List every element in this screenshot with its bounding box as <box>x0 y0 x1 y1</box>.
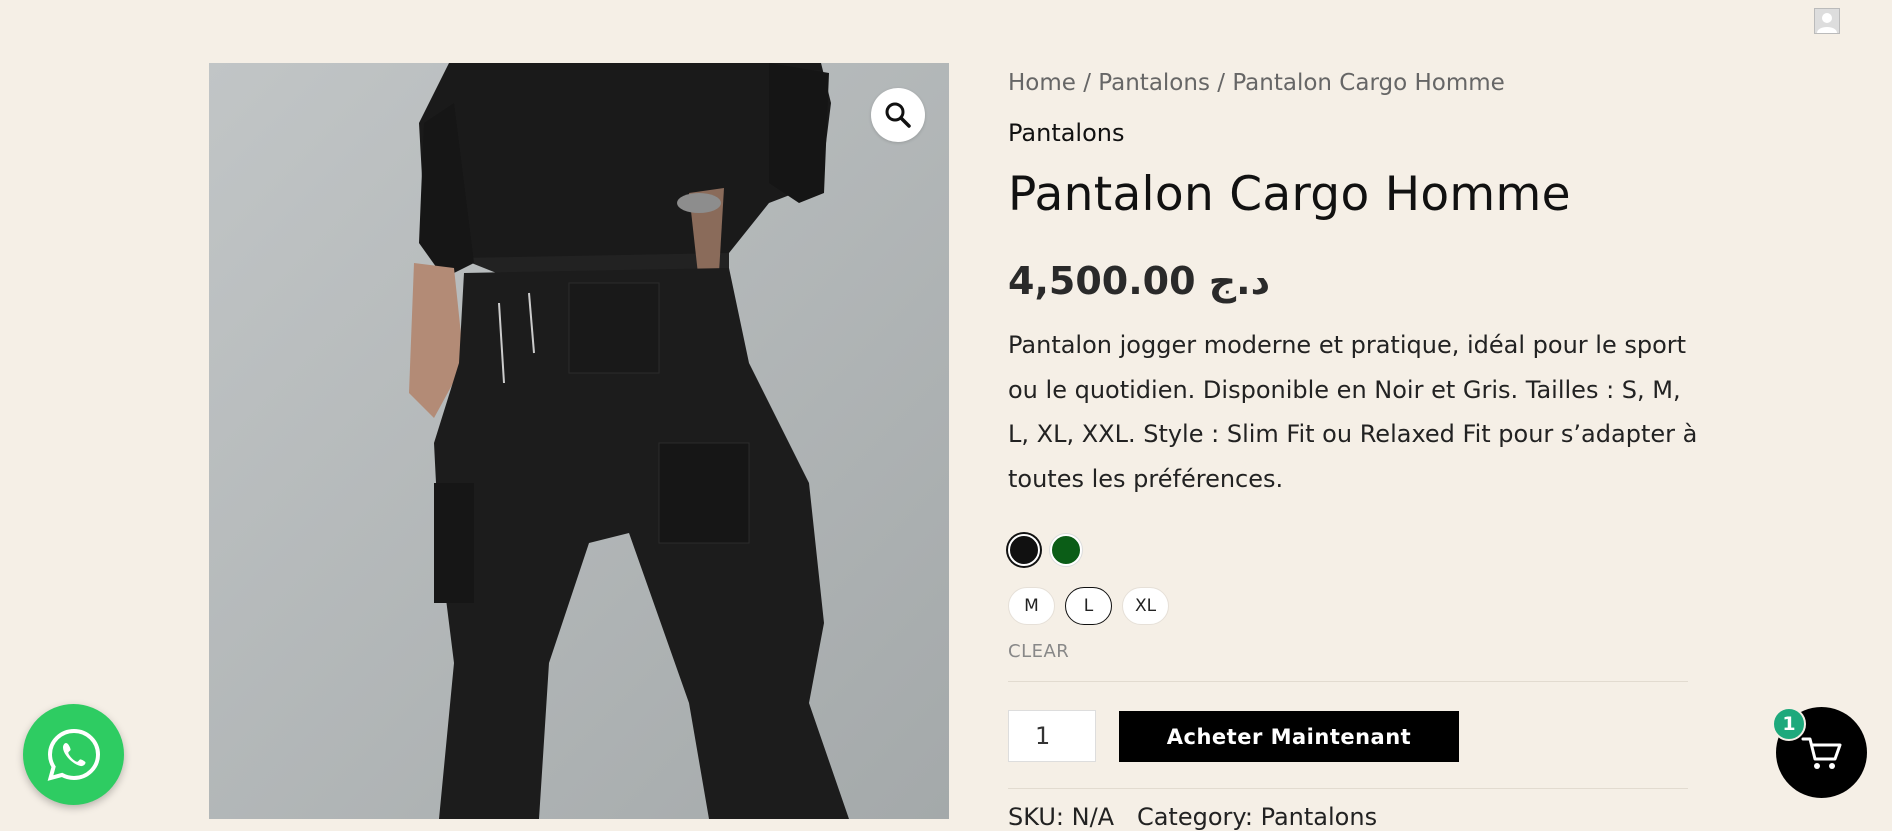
product-category[interactable]: Pantalons <box>1008 119 1125 147</box>
breadcrumb-category[interactable]: Pantalons <box>1098 70 1210 96</box>
product-summary: Home / Pantalons / Pantalon Cargo Homme … <box>1008 63 1697 831</box>
breadcrumb: Home / Pantalons / Pantalon Cargo Homme <box>1008 63 1688 103</box>
size-option-l[interactable]: L <box>1065 587 1112 625</box>
breadcrumb-current: Pantalon Cargo Homme <box>1232 70 1505 96</box>
product-description: Pantalon jogger moderne et pratique, idé… <box>1008 331 1698 493</box>
zoom-button[interactable] <box>871 88 925 142</box>
whatsapp-button[interactable] <box>23 704 124 805</box>
divider <box>1008 681 1688 682</box>
color-swatches <box>1008 534 1082 566</box>
quantity-input[interactable]: 1 <box>1008 710 1096 762</box>
category-meta-link[interactable]: Pantalons <box>1261 803 1378 831</box>
divider <box>1008 788 1688 789</box>
color-swatch-black[interactable] <box>1008 534 1040 566</box>
product-title: Pantalon Cargo Homme <box>1008 167 1571 222</box>
user-avatar-icon[interactable] <box>1814 8 1840 34</box>
cart-count-badge: 1 <box>1772 707 1806 741</box>
size-options: M L XL <box>1008 587 1169 625</box>
breadcrumb-home[interactable]: Home <box>1008 70 1076 96</box>
product-meta: SKU: N/A Category: Pantalons <box>1008 803 1377 831</box>
buy-now-button[interactable]: Acheter Maintenant <box>1119 711 1459 762</box>
sku-label: SKU: <box>1008 803 1072 831</box>
color-swatch-green[interactable] <box>1050 534 1082 566</box>
product-photo <box>209 63 949 819</box>
cart-icon <box>1801 737 1841 769</box>
top-bar <box>0 0 1892 44</box>
product-image[interactable] <box>209 63 949 819</box>
category-meta-label: Category: <box>1136 803 1261 831</box>
sku-value: N/A <box>1071 803 1115 831</box>
whatsapp-icon <box>47 728 100 781</box>
size-option-xl[interactable]: XL <box>1122 587 1169 625</box>
product-price: 4,500.00 د.ج <box>1008 259 1271 303</box>
clear-selection-link[interactable]: CLEAR <box>1008 641 1069 662</box>
breadcrumb-separator: / <box>1075 70 1099 96</box>
magnifier-icon <box>885 102 911 128</box>
size-option-m[interactable]: M <box>1008 587 1055 625</box>
breadcrumb-separator: / <box>1209 70 1233 96</box>
